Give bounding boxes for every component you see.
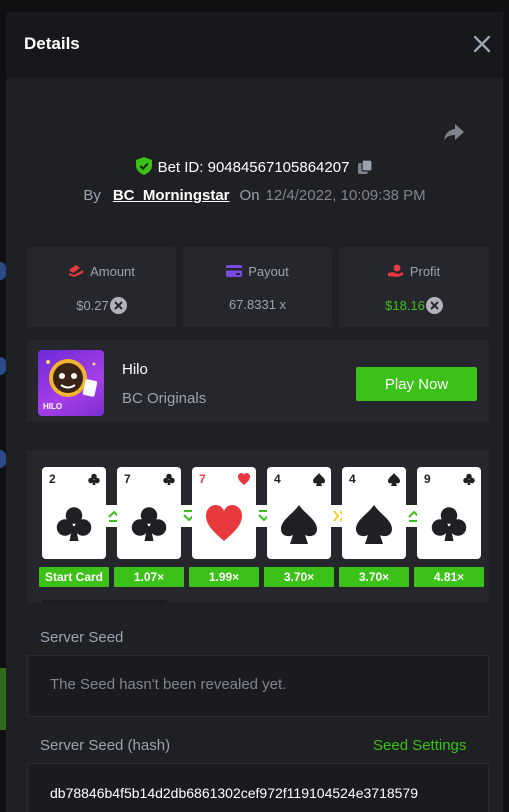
game-name: Hilo xyxy=(122,361,148,378)
play-now-button[interactable]: Play Now xyxy=(356,367,477,401)
coin-icon xyxy=(109,297,127,314)
profit-stat: Profit $18.16 xyxy=(339,247,489,327)
bet-datetime: 12/4/2022, 10:09:38 PM xyxy=(265,187,426,204)
server-seed-box: The Seed hasn't been revealed yet. xyxy=(27,655,489,717)
game-thumbnail[interactable]: HILO xyxy=(38,350,104,416)
server-seed-hash-value: db78846b4f5b14d2db6861302cef972f11910452… xyxy=(50,785,419,801)
bet-stats: Amount $0.27 Payout 67.8331 x Profit $18… xyxy=(27,247,489,327)
playing-card: 2 xyxy=(42,467,106,559)
payout-stat: Payout 67.8331 x xyxy=(183,247,332,327)
card-multiplier: 1.07× xyxy=(114,567,184,587)
bet-id-row: Bet ID: 90484567105864207 xyxy=(6,157,503,177)
spade-icon xyxy=(281,505,317,544)
bet-details-modal: Details Bet ID: 90484567105864207 By BC_M… xyxy=(6,12,503,812)
card-multiplier: 3.70× xyxy=(339,567,409,587)
club-small-icon xyxy=(88,473,100,485)
amount-stat: Amount $0.27 xyxy=(27,247,176,327)
playing-card: 9 xyxy=(417,467,481,559)
card-rank: 7 xyxy=(124,472,131,486)
heart-icon xyxy=(206,505,242,541)
server-seed-message: The Seed hasn't been revealed yet. xyxy=(50,676,287,693)
coin-icon xyxy=(425,297,443,314)
playing-card: 7 xyxy=(192,467,256,559)
game-card: HILO Hilo BC Originals Play Now xyxy=(27,340,489,422)
card-multiplier: 3.70× xyxy=(264,567,334,587)
club-small-icon xyxy=(163,473,175,485)
game-provider: BC Originals xyxy=(122,390,207,407)
card-multiplier: 1.99× xyxy=(189,567,259,587)
close-icon[interactable] xyxy=(472,34,492,54)
server-seed-hash-box[interactable]: db78846b4f5b14d2db6861302cef972f11910452… xyxy=(27,763,489,812)
card-scroll-track xyxy=(42,600,167,603)
bet-id: Bet ID: 90484567105864207 xyxy=(157,159,350,176)
spade-small-icon xyxy=(313,473,325,486)
playing-card: 4 xyxy=(342,467,406,559)
by-label: By xyxy=(83,187,101,204)
playing-card: 7 xyxy=(117,467,181,559)
playing-card: 4 xyxy=(267,467,331,559)
club-icon xyxy=(431,507,467,541)
copy-icon[interactable] xyxy=(357,159,374,175)
amount-label: Amount xyxy=(90,264,135,279)
club-icon xyxy=(131,507,167,541)
heart-small-icon xyxy=(238,473,250,485)
profit-label: Profit xyxy=(409,264,441,279)
card-rank: 2 xyxy=(49,472,56,486)
modal-title: Details xyxy=(24,34,80,53)
card-rank: 4 xyxy=(274,472,281,486)
card-multiplier: 4.81× xyxy=(414,567,484,587)
profit-value: $18.16 xyxy=(385,298,425,313)
on-label: On xyxy=(239,187,260,204)
seed-settings-link[interactable]: Seed Settings xyxy=(373,737,466,754)
server-seed-hash-label: Server Seed (hash) xyxy=(40,737,171,754)
server-seed-label: Server Seed xyxy=(40,629,124,646)
card-rank: 4 xyxy=(349,472,356,486)
amount-icon xyxy=(69,265,84,277)
spade-icon xyxy=(356,505,392,544)
game-thumb-text: HILO xyxy=(43,402,63,411)
card-history: 2 Start Card 7 1.07× 7 1.99× 4 3.70× 4 3.70× 9 4.81… xyxy=(27,450,489,603)
username-link[interactable]: BC_Morningstar xyxy=(113,187,230,204)
modal-header: Details xyxy=(6,12,503,78)
bet-author-row: By BC_Morningstar On 12/4/2022, 10:09:38 PM xyxy=(6,187,503,204)
share-icon[interactable] xyxy=(442,120,466,144)
club-icon xyxy=(56,507,92,541)
card-rank: 9 xyxy=(424,472,431,486)
card-rank: 7 xyxy=(199,472,206,486)
profit-icon xyxy=(387,264,403,277)
card-multiplier: Start Card xyxy=(39,567,109,587)
club-small-icon xyxy=(463,473,475,485)
shield-check-icon xyxy=(135,157,152,175)
payout-value: 67.8331 x xyxy=(228,297,287,312)
amount-value: $0.27 xyxy=(76,298,109,313)
spade-small-icon xyxy=(388,473,400,486)
payout-icon xyxy=(226,265,243,277)
payout-label: Payout xyxy=(248,264,289,279)
